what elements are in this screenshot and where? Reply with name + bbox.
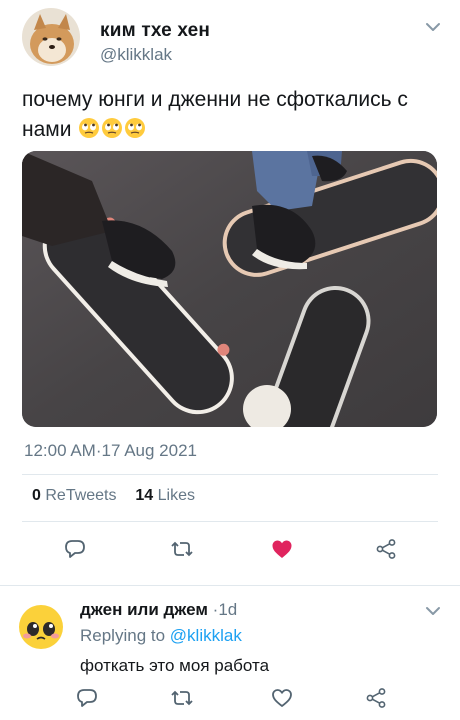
likes-count[interactable]: 14 [135, 487, 153, 504]
retweet-icon[interactable] [170, 537, 194, 561]
replying-to: Replying to @klikklak [80, 626, 242, 646]
reply-actions [0, 686, 460, 716]
tweet-timestamp[interactable]: 12:00 AM·17 Aug 2021 [24, 441, 197, 461]
tweet-time: 12:00 AM [24, 441, 96, 460]
reply-author-name[interactable]: джен или джем [80, 600, 208, 619]
like-heart-outline-icon[interactable] [270, 686, 294, 710]
reply-avatar[interactable] [18, 604, 64, 650]
tweet-photo[interactable] [22, 151, 437, 427]
tweet-date: 17 Aug 2021 [101, 441, 197, 460]
divider [22, 474, 438, 475]
reply-icon[interactable] [75, 686, 99, 710]
reply-tweet[interactable]: джен или джем ·1d Replying to @klikklak … [0, 590, 460, 720]
reply-text: фоткать это моя работа [80, 656, 270, 675]
rolling-eyes-emoji-icon [101, 117, 123, 139]
reply-icon[interactable] [63, 537, 87, 561]
retweets-label[interactable]: ReTweets [45, 487, 116, 504]
chevron-down-icon[interactable] [424, 18, 442, 36]
tweet-text: почему юнги и дженни не сфоткались с нам… [22, 85, 442, 145]
replying-handle-link[interactable]: @klikklak [170, 626, 242, 645]
author-avatar[interactable] [22, 8, 80, 66]
share-icon[interactable] [364, 686, 388, 710]
reply-author[interactable]: джен или джем ·1d [80, 600, 237, 620]
likes-label[interactable]: Likes [158, 487, 195, 504]
tweet-actions [0, 537, 460, 567]
author-handle[interactable]: @klikklak [100, 45, 172, 65]
retweets-count[interactable]: 0 [32, 487, 41, 504]
rolling-eyes-emoji-icon [124, 117, 146, 139]
author-name[interactable]: ким тхе хен [100, 20, 210, 42]
divider [22, 521, 438, 522]
like-heart-icon[interactable] [270, 537, 294, 561]
tweet-stats: 0 ReTweets 14 Likes [32, 487, 195, 505]
reply-time: 1d [218, 600, 238, 619]
divider [0, 585, 460, 586]
rolling-eyes-emoji-icon [78, 117, 100, 139]
tweet-header: ким тхе хен @klikklak [22, 8, 442, 70]
share-icon[interactable] [374, 537, 398, 561]
chevron-down-icon[interactable] [424, 602, 442, 620]
replying-label: Replying to [80, 626, 166, 645]
retweet-icon[interactable] [170, 686, 194, 710]
